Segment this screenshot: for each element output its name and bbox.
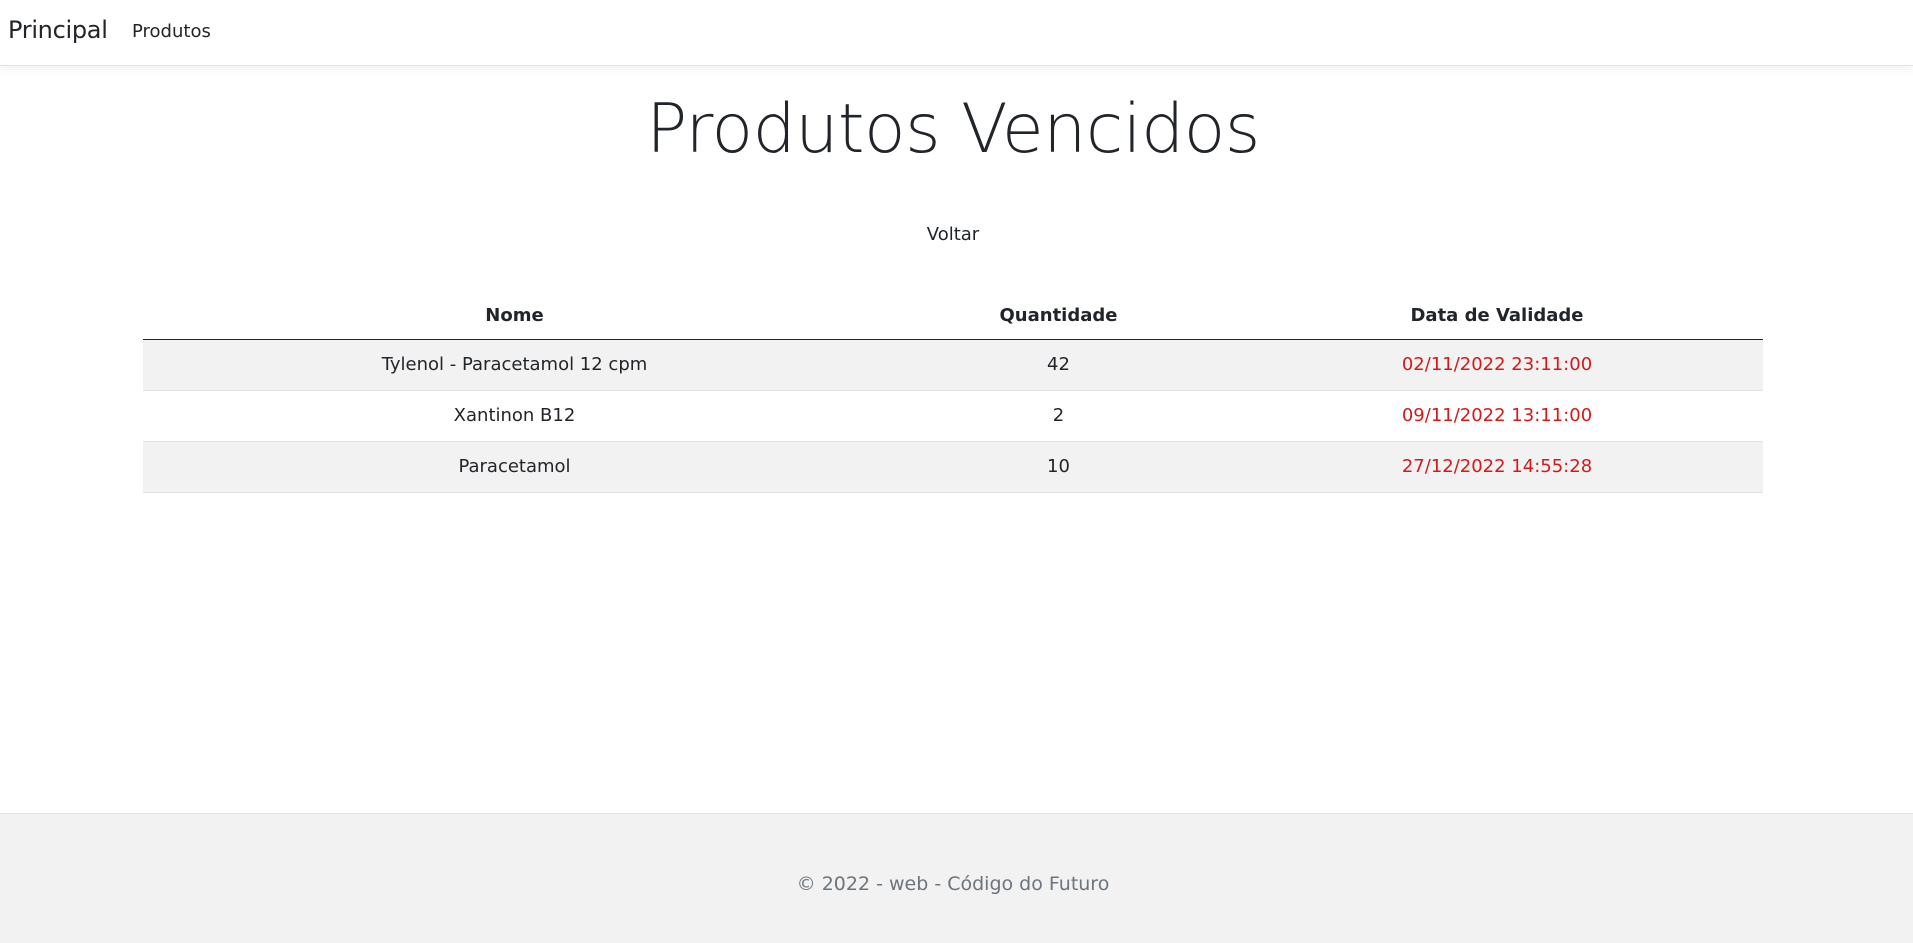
table-row: Paracetamol 10 27/12/2022 14:55:28 <box>143 441 1763 493</box>
cell-nome: Xantinon B12 <box>143 390 886 442</box>
cell-data-validade: 02/11/2022 23:11:00 <box>1231 339 1763 391</box>
cell-quantidade: 10 <box>886 441 1231 493</box>
header-quantidade: Quantidade <box>886 293 1231 340</box>
footer-copyright: © 2022 - web - Código do Futuro <box>796 873 1110 895</box>
table-head: Nome Quantidade Data de Validade <box>143 293 1763 340</box>
cell-data-validade: 27/12/2022 14:55:28 <box>1231 441 1763 493</box>
header-nome: Nome <box>143 293 886 340</box>
back-link[interactable]: Voltar <box>927 224 979 245</box>
footer: © 2022 - web - Código do Futuro <box>0 813 1913 943</box>
table-row: Xantinon B12 2 09/11/2022 13:11:00 <box>143 390 1763 442</box>
cell-nome: Paracetamol <box>143 441 886 493</box>
brand-link[interactable]: Principal <box>8 16 108 44</box>
table-header-row: Nome Quantidade Data de Validade <box>143 293 1763 340</box>
table-row: Tylenol - Paracetamol 12 cpm 42 02/11/20… <box>143 339 1763 391</box>
cell-nome: Tylenol - Paracetamol 12 cpm <box>143 339 886 391</box>
header-data-validade: Data de Validade <box>1231 293 1763 340</box>
page-title: Produtos Vencidos <box>646 90 1260 169</box>
table-body: Tylenol - Paracetamol 12 cpm 42 02/11/20… <box>143 339 1763 493</box>
cell-quantidade: 2 <box>886 390 1231 442</box>
navbar: Principal Produtos <box>0 0 1913 66</box>
expired-products-table: Nome Quantidade Data de Validade Tylenol… <box>143 293 1763 493</box>
expired-products-table-container: Nome Quantidade Data de Validade Tylenol… <box>143 293 1763 493</box>
nav-link-produtos[interactable]: Produtos <box>132 21 211 42</box>
back-link-container: Voltar <box>0 224 1906 245</box>
cell-data-validade: 09/11/2022 13:11:00 <box>1231 390 1763 442</box>
cell-quantidade: 42 <box>886 339 1231 391</box>
